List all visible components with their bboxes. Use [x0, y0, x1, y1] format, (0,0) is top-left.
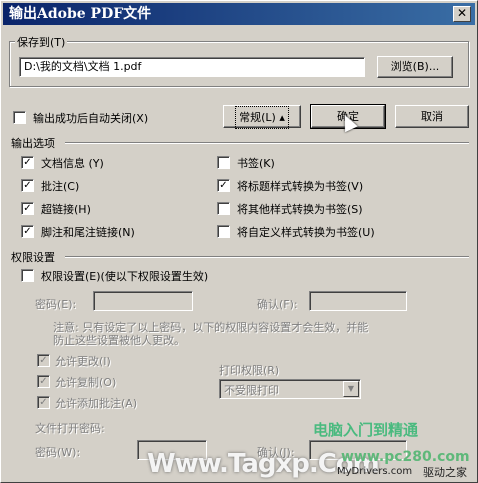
opt-heading-bookmarks-checkbox[interactable]: ✓ [217, 179, 230, 192]
title-bar: 输出Adobe PDF文件 [3, 3, 475, 25]
perm-confirm-input[interactable] [309, 291, 407, 311]
permissions-divider [65, 256, 469, 258]
allow-annotate-label: 允许添加批注(A) [55, 397, 138, 410]
perm-note-line2: 防止这些设置被他人更改。 [53, 334, 185, 347]
output-options-header: 输出选项 [11, 137, 55, 150]
perm-password-label: 密码(E): [35, 298, 77, 311]
window-title: 输出Adobe PDF文件 [9, 6, 152, 22]
opt-comments-checkbox[interactable]: ✓ [21, 179, 34, 192]
opt-hyperlinks-label: 超链接(H) [41, 203, 91, 216]
watermark-cn-text: 电脑入门到精通 [313, 421, 419, 439]
permissions-enable-label: 权限设置(E)(使以下权限设置生效) [41, 270, 209, 283]
opt-bookmarks-checkbox[interactable] [217, 156, 230, 169]
chevron-down-icon[interactable]: ▼ [343, 381, 359, 397]
perm-confirm-label: 确认(F): [257, 298, 298, 311]
general-button-label: 常规(L) ▴ [235, 106, 289, 129]
auto-close-label: 输出成功后自动关闭(X) [33, 112, 149, 125]
allow-copy-label: 允许复制(O) [55, 376, 117, 389]
watermark-pc280: www.pc280.com [341, 449, 470, 465]
opt-heading-bookmarks-label: 将标题样式转换为书签(V) [237, 180, 364, 193]
auto-close-checkbox[interactable] [13, 111, 26, 124]
perm-password-input[interactable] [93, 291, 193, 311]
opt-other-bookmarks-label: 将其他样式转换为书签(S) [237, 203, 363, 216]
allow-copy-checkbox[interactable]: ✓ [37, 375, 50, 388]
close-button[interactable]: ✕ [453, 6, 471, 22]
opt-bookmarks-label: 书签(K) [237, 157, 275, 170]
allow-change-checkbox[interactable]: ✓ [37, 354, 50, 367]
save-path-input[interactable]: D:\我的文档\文档 1.pdf [19, 57, 365, 77]
open-password-label: 密码(W): [35, 446, 81, 459]
permissions-header: 权限设置 [11, 251, 55, 264]
open-password-header: 文件打开密码: [35, 422, 105, 435]
allow-change-label: 允许更改(I) [55, 355, 111, 368]
watermark-driver-home: 驱动之家 [423, 466, 467, 479]
print-permission-select[interactable]: 不受限打印 ▼ [219, 379, 361, 399]
opt-hyperlinks-checkbox[interactable]: ✓ [21, 202, 34, 215]
save-to-label: 保存到(T) [15, 34, 68, 50]
watermark-mydrivers: MyDrivers.com [337, 466, 413, 477]
export-pdf-dialog: 输出Adobe PDF文件 ✕ 保存到(T) D:\我的文档\文档 1.pdf … [0, 0, 478, 483]
opt-doc-info-checkbox[interactable]: ✓ [21, 156, 34, 169]
opt-custom-bookmarks-label: 将自定义样式转换为书签(U) [237, 226, 375, 239]
opt-comments-label: 批注(C) [41, 180, 80, 193]
opt-footnotes-label: 脚注和尾注链接(N) [41, 226, 135, 239]
print-permission-label: 打印权限(R) [219, 364, 280, 377]
opt-other-bookmarks-checkbox[interactable] [217, 202, 230, 215]
general-button[interactable]: 常规(L) ▴ [223, 105, 301, 129]
permissions-enable-checkbox[interactable] [21, 269, 34, 282]
cancel-button[interactable]: 取消 [395, 105, 469, 128]
print-permission-value: 不受限打印 [224, 384, 279, 397]
allow-annotate-checkbox[interactable]: ✓ [37, 396, 50, 409]
output-options-divider [65, 142, 469, 144]
browse-button[interactable]: 浏览(B)... [377, 56, 453, 78]
opt-custom-bookmarks-checkbox[interactable] [217, 225, 230, 238]
opt-doc-info-label: 文档信息 (Y) [41, 157, 104, 170]
opt-footnotes-checkbox[interactable]: ✓ [21, 225, 34, 238]
